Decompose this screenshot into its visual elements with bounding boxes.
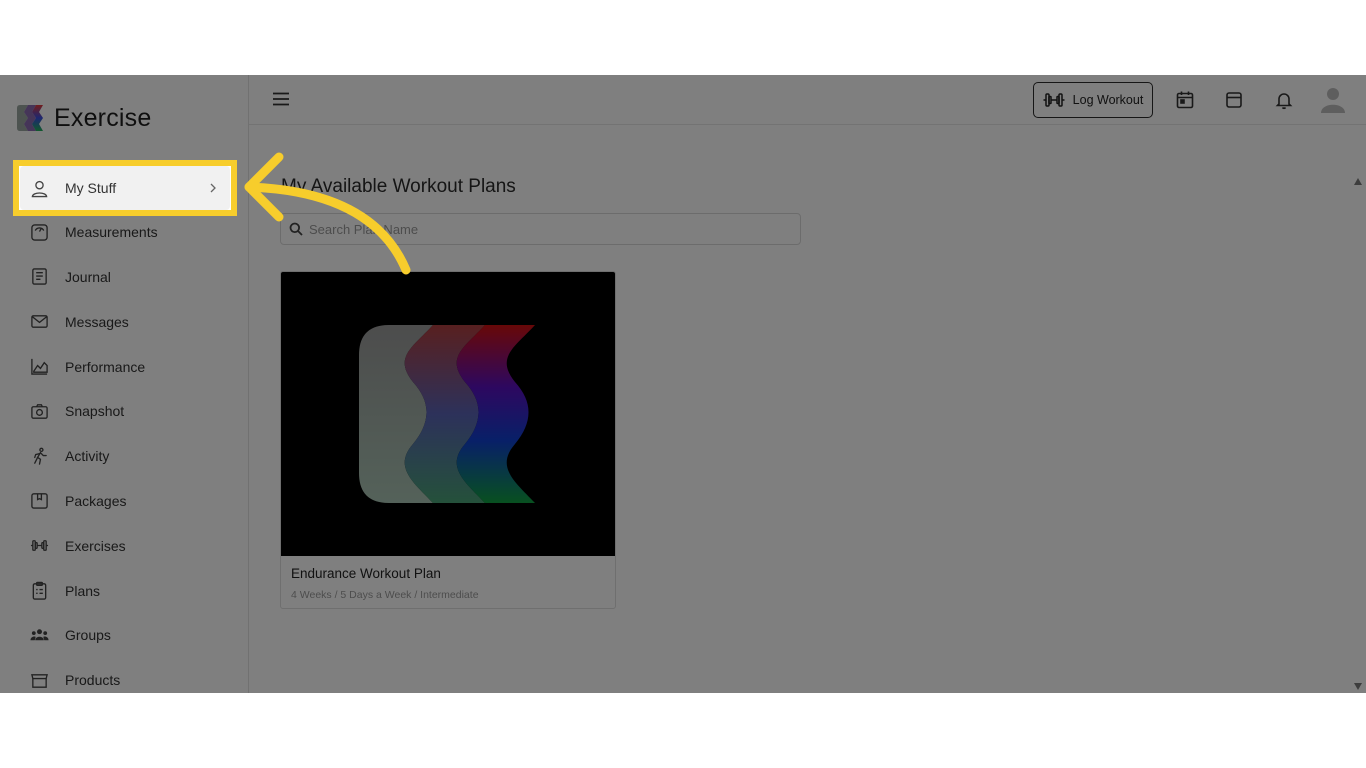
dumbbell-icon xyxy=(30,540,49,552)
plan-card[interactable]: Endurance Workout Plan 4 Weeks / 5 Days … xyxy=(280,271,616,609)
log-workout-button[interactable]: Log Workout xyxy=(1033,82,1153,118)
groups-icon xyxy=(30,629,49,641)
search-input[interactable] xyxy=(309,221,789,237)
mail-icon xyxy=(31,315,48,329)
sidebar-item-label: My Stuff xyxy=(65,180,117,196)
brand[interactable]: Exercise xyxy=(16,103,151,133)
store-icon xyxy=(31,673,48,688)
dumbbell-icon xyxy=(1043,93,1065,107)
sidebar-item-exercises[interactable]: Exercises xyxy=(20,523,231,568)
sidebar-item-label: Measurements xyxy=(65,224,158,241)
store-icon[interactable] xyxy=(1224,90,1244,110)
highlight-box: My Stuff xyxy=(13,160,237,216)
menu-icon[interactable] xyxy=(272,90,290,108)
sidebar-item-label: Activity xyxy=(65,448,110,465)
page-title: My Available Workout Plans xyxy=(281,176,516,197)
chart-icon xyxy=(31,358,48,375)
sidebar-nav: My Stuff Measurements Journal Messages P… xyxy=(20,165,231,693)
scroll-down-arrow[interactable] xyxy=(1354,683,1362,690)
sidebar-item-label: Snapshot xyxy=(65,403,125,420)
sidebar-item-measurements[interactable]: Measurements xyxy=(20,210,231,255)
running-icon xyxy=(34,447,47,465)
sidebar-item-label: Journal xyxy=(65,268,111,285)
sidebar-item-label: Packages xyxy=(65,492,127,509)
sidebar-item-plans[interactable]: Plans xyxy=(20,568,231,613)
clipboard-icon xyxy=(32,581,47,600)
sidebar-item-activity[interactable]: Activity xyxy=(20,434,231,479)
avatar-icon[interactable] xyxy=(1320,86,1346,114)
plan-title: Endurance Workout Plan xyxy=(291,566,441,581)
main-content: My Available Workout Plans Search Plan N… xyxy=(249,126,1366,693)
sidebar-item-label: Products xyxy=(65,672,121,689)
sidebar-item-label: Plans xyxy=(65,582,101,599)
sidebar-item-journal[interactable]: Journal xyxy=(20,255,231,300)
log-workout-label: Log Workout xyxy=(1072,93,1144,107)
brand-name: Exercise xyxy=(54,103,152,132)
topbar: Log Workout xyxy=(249,75,1366,125)
sidebar-item-packages[interactable]: Packages xyxy=(20,479,231,524)
journal-icon xyxy=(32,268,47,286)
plan-card-image xyxy=(281,272,615,556)
camera-icon xyxy=(31,404,48,419)
sidebar-item-label: Performance xyxy=(65,358,146,375)
sidebar-item-products[interactable]: Products xyxy=(20,658,231,693)
exercise-logo-icon xyxy=(359,325,535,503)
calendar-icon[interactable] xyxy=(1175,90,1195,110)
sidebar-item-groups[interactable]: Groups xyxy=(20,613,231,658)
bell-icon[interactable] xyxy=(1274,90,1294,110)
sidebar-item-label: Exercises xyxy=(65,537,126,554)
user-icon xyxy=(31,180,48,197)
sidebar-item-performance[interactable]: Performance xyxy=(20,344,231,389)
search-icon xyxy=(289,222,303,236)
sidebar-item-snapshot[interactable]: Snapshot xyxy=(20,389,231,434)
chevron-right-icon xyxy=(210,183,216,193)
scale-icon xyxy=(31,223,48,241)
sidebar-item-messages[interactable]: Messages xyxy=(20,299,231,344)
plan-subtitle: 4 Weeks / 5 Days a Week / Intermediate xyxy=(291,589,479,601)
exercise-logo-icon xyxy=(17,105,43,131)
scroll-up-arrow[interactable] xyxy=(1354,178,1362,185)
sidebar-item-my-stuff[interactable]: My Stuff xyxy=(20,166,230,210)
sidebar-item-label: Messages xyxy=(65,313,129,330)
search-bar[interactable] xyxy=(280,213,801,245)
package-icon xyxy=(31,493,48,510)
sidebar-item-label: Groups xyxy=(65,627,111,644)
